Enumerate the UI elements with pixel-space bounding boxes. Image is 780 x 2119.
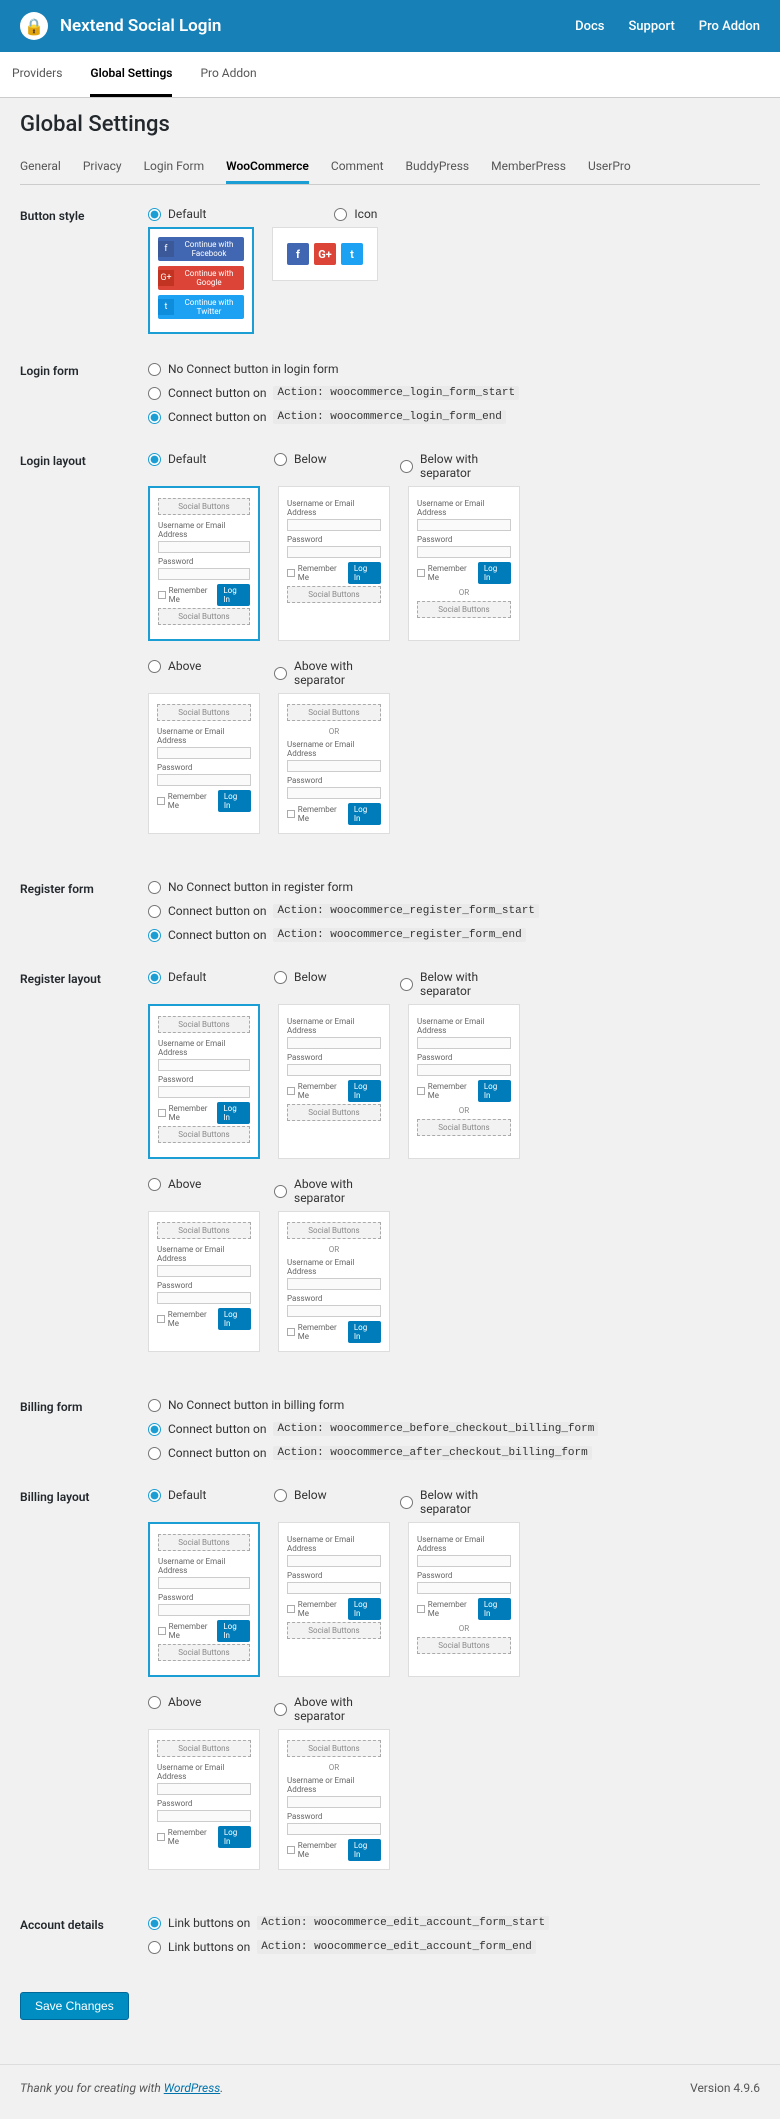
top-bar: 🔒 Nextend Social Login Docs Support Pro Ad… xyxy=(0,0,780,52)
layout-preview[interactable]: Username or Email AddressPasswordRemembe… xyxy=(408,1522,520,1677)
main-tab-global-settings[interactable]: Global Settings xyxy=(90,52,172,97)
login-form-option-0[interactable]: No Connect button in login form xyxy=(148,362,760,376)
layout-preview[interactable]: Username or Email AddressPasswordRemembe… xyxy=(278,1004,390,1159)
plugin-logo: 🔒 Nextend Social Login xyxy=(20,12,221,40)
login-form-option-1[interactable]: Connect button on Action: woocommerce_lo… xyxy=(148,386,760,400)
register-layout-default[interactable]: Default xyxy=(148,970,260,984)
wordpress-link[interactable]: WordPress xyxy=(164,2081,221,2095)
layout-preview[interactable]: Social ButtonsORUsername or Email Addres… xyxy=(278,1729,390,1870)
button-style-default[interactable]: Default xyxy=(148,207,206,221)
sub-tab-general[interactable]: General xyxy=(20,151,61,184)
login-layout-below[interactable]: Below xyxy=(274,452,386,466)
button-style-default-preview[interactable]: fContinue with FacebookG+Continue with G… xyxy=(148,227,254,334)
layout-preview[interactable]: Social ButtonsUsername or Email AddressP… xyxy=(148,693,260,834)
plugin-title: Nextend Social Login xyxy=(60,16,221,36)
login-layout-label: Login layout xyxy=(20,452,148,852)
layout-preview[interactable]: Social ButtonsUsername or Email AddressP… xyxy=(148,1729,260,1870)
sub-tab-privacy[interactable]: Privacy xyxy=(83,151,122,184)
register-layout-below[interactable]: Below xyxy=(274,970,386,984)
account-details-option-1[interactable]: Link buttons on Action: woocommerce_edit… xyxy=(148,1940,760,1954)
twitter-icon: t xyxy=(341,243,363,265)
billing-form-option-0[interactable]: No Connect button in billing form xyxy=(148,1398,760,1412)
top-link-support[interactable]: Support xyxy=(628,19,674,34)
footer: Thank you for creating with WordPress. V… xyxy=(0,2064,780,2111)
register-layout-above[interactable]: Above xyxy=(148,1177,260,1191)
login-layout-above[interactable]: Above xyxy=(148,659,260,673)
register-layout-label: Register layout xyxy=(20,970,148,1370)
sub-tab-comment[interactable]: Comment xyxy=(331,151,384,184)
register-form-label: Register form xyxy=(20,880,148,942)
lock-icon: 🔒 xyxy=(20,12,48,40)
sub-tab-memberpress[interactable]: MemberPress xyxy=(491,151,566,184)
main-tab-providers[interactable]: Providers xyxy=(12,52,62,97)
button-style-label: Button style xyxy=(20,207,148,334)
register-layout-above-sep[interactable]: Above with separator xyxy=(274,1177,386,1205)
layout-preview[interactable]: Social ButtonsUsername or Email AddressP… xyxy=(148,1211,260,1352)
account-details-label: Account details xyxy=(20,1916,148,1954)
billing-layout-label: Billing layout xyxy=(20,1488,148,1888)
layout-preview[interactable]: Social ButtonsORUsername or Email Addres… xyxy=(278,693,390,834)
sub-tab-login-form[interactable]: Login Form xyxy=(144,151,205,184)
sub-tab-userpro[interactable]: UserPro xyxy=(588,151,631,184)
button-style-icon[interactable]: Icon xyxy=(334,207,377,221)
billing-form-option-1[interactable]: Connect button on Action: woocommerce_be… xyxy=(148,1422,760,1436)
billing-layout-above-sep[interactable]: Above with separator xyxy=(274,1695,386,1723)
layout-preview[interactable]: Social ButtonsUsername or Email AddressP… xyxy=(148,486,260,641)
register-form-option-0[interactable]: No Connect button in register form xyxy=(148,880,760,894)
login-form-option-2[interactable]: Connect button on Action: woocommerce_lo… xyxy=(148,410,760,424)
register-layout-below-sep[interactable]: Below with separator xyxy=(400,970,512,998)
billing-layout-above[interactable]: Above xyxy=(148,1695,260,1709)
billing-layout-below[interactable]: Below xyxy=(274,1488,386,1502)
main-tab-pro-addon[interactable]: Pro Addon xyxy=(200,52,256,97)
version-text: Version 4.9.6 xyxy=(690,2081,760,2095)
account-details-option-0[interactable]: Link buttons on Action: woocommerce_edit… xyxy=(148,1916,760,1930)
billing-form-option-2[interactable]: Connect button on Action: woocommerce_af… xyxy=(148,1446,760,1460)
login-layout-below-sep[interactable]: Below with separator xyxy=(400,452,512,480)
top-link-pro-addon[interactable]: Pro Addon xyxy=(699,19,760,34)
login-layout-default[interactable]: Default xyxy=(148,452,260,466)
main-tabs: Providers Global Settings Pro Addon xyxy=(0,52,780,98)
billing-layout-default[interactable]: Default xyxy=(148,1488,260,1502)
layout-preview[interactable]: Social ButtonsUsername or Email AddressP… xyxy=(148,1522,260,1677)
sub-tab-buddypress[interactable]: BuddyPress xyxy=(406,151,470,184)
register-form-option-2[interactable]: Connect button on Action: woocommerce_re… xyxy=(148,928,760,942)
page-title: Global Settings xyxy=(20,112,760,137)
save-changes-button[interactable]: Save Changes xyxy=(20,1992,129,2020)
button-style-icon-preview[interactable]: f G+ t xyxy=(272,227,378,281)
login-layout-above-sep[interactable]: Above with separator xyxy=(274,659,386,687)
layout-preview[interactable]: Username or Email AddressPasswordRemembe… xyxy=(408,486,520,641)
facebook-icon: f xyxy=(287,243,309,265)
top-link-docs[interactable]: Docs xyxy=(575,19,604,34)
login-form-label: Login form xyxy=(20,362,148,424)
layout-preview[interactable]: Social ButtonsORUsername or Email Addres… xyxy=(278,1211,390,1352)
layout-preview[interactable]: Username or Email AddressPasswordRemembe… xyxy=(278,1522,390,1677)
billing-layout-below-sep[interactable]: Below with separator xyxy=(400,1488,512,1516)
layout-preview[interactable]: Social ButtonsUsername or Email AddressP… xyxy=(148,1004,260,1159)
google-icon: G+ xyxy=(314,243,336,265)
sub-tabs: General Privacy Login Form WooCommerce Comme… xyxy=(20,151,760,185)
register-form-option-1[interactable]: Connect button on Action: woocommerce_re… xyxy=(148,904,760,918)
billing-form-label: Billing form xyxy=(20,1398,148,1460)
layout-preview[interactable]: Username or Email AddressPasswordRemembe… xyxy=(408,1004,520,1159)
layout-preview[interactable]: Username or Email AddressPasswordRemembe… xyxy=(278,486,390,641)
sub-tab-woocommerce[interactable]: WooCommerce xyxy=(226,151,309,184)
